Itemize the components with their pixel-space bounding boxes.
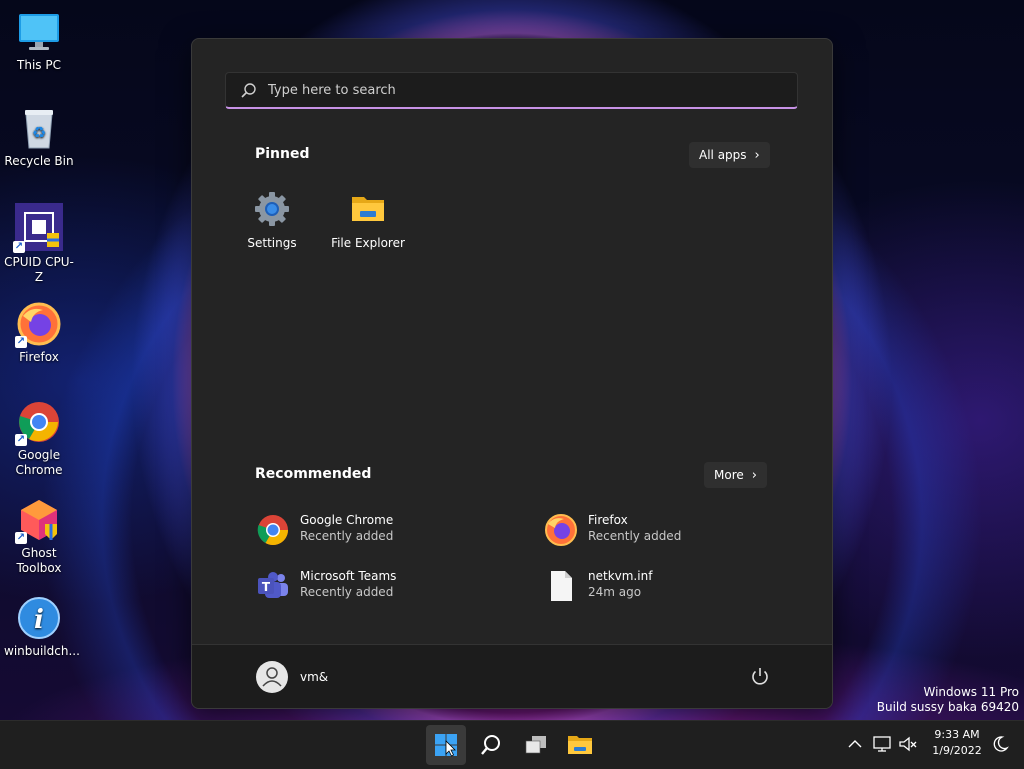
firefox-icon: ↗ <box>15 302 61 348</box>
windows-watermark: Windows 11 Pro Build sussy baka 69420 <box>877 685 1019 715</box>
clock-time: 9:33 AM <box>934 728 980 741</box>
network-icon[interactable] <box>872 734 892 754</box>
desktop-icon-this-pc[interactable]: This PC <box>4 10 74 73</box>
ghost-toolbox-icon: ↗ <box>15 498 61 544</box>
teams-icon: T <box>258 572 288 598</box>
desktop-icon-label: Ghost Toolbox <box>16 546 62 575</box>
recommended-title: Recommended <box>255 466 372 482</box>
desktop-icon-firefox[interactable]: ↗ Firefox <box>4 302 74 365</box>
watermark-build: Build sussy baka 69420 <box>876 700 1019 714</box>
chrome-icon: ↗ <box>15 400 61 446</box>
pinned-app-label: File Explorer <box>331 236 405 250</box>
cpuz-icon: ↗ <box>13 203 63 253</box>
desktop-icon-label: Google Chrome <box>15 448 63 477</box>
file-explorer-taskbar-button[interactable] <box>559 725 599 765</box>
desktop-icon-label: Recycle Bin <box>4 154 74 168</box>
user-avatar[interactable] <box>256 661 288 693</box>
recommended-item-google-chrome[interactable]: Google Chrome Recently added <box>256 511 516 551</box>
recommended-item-firefox[interactable]: Firefox Recently added <box>544 511 804 551</box>
desktop-icon-label: CPUID CPU-Z <box>4 255 74 284</box>
monitor-icon <box>17 10 61 54</box>
task-view-button[interactable] <box>516 725 556 765</box>
desktop-icon-label: winbuildch... <box>4 644 80 658</box>
recommended-item-name: Google Chrome <box>300 513 394 527</box>
more-button[interactable]: More › <box>704 462 767 488</box>
desktop-icon-label: This PC <box>17 58 61 72</box>
desktop-icon-google-chrome[interactable]: ↗ Google Chrome <box>4 400 74 478</box>
shortcut-arrow-icon: ↗ <box>15 336 27 348</box>
start-search-box[interactable]: Type here to search <box>225 72 798 109</box>
desktop-icon-label: Firefox <box>19 350 59 364</box>
desktop-icon-winbuildchecker[interactable]: i winbuildch... <box>4 596 80 659</box>
taskbar <box>0 720 1024 769</box>
recommended-item-name: Microsoft Teams <box>300 569 397 583</box>
user-name[interactable]: vm& <box>300 670 328 684</box>
pinned-app-label: Settings <box>247 236 297 250</box>
info-icon: i <box>17 596 61 640</box>
recommended-item-name: Firefox <box>588 513 628 527</box>
folder-icon <box>568 736 592 754</box>
start-menu: Type here to search Pinned All apps › Set… <box>191 38 833 709</box>
start-menu-footer: vm& <box>192 644 832 708</box>
windows-logo-icon <box>435 734 457 757</box>
desktop-icon-recycle-bin[interactable]: ♻ Recycle Bin <box>4 106 74 169</box>
recommended-item-netkvm-inf[interactable]: netkvm.inf 24m ago <box>544 567 804 607</box>
all-apps-label: All apps <box>699 148 747 162</box>
recommended-item-detail: Recently added <box>300 529 394 543</box>
shortcut-arrow-icon: ↗ <box>15 532 27 544</box>
recycle-bin-icon: ♻ <box>17 106 61 150</box>
recommended-item-microsoft-teams[interactable]: T Microsoft Teams Recently added <box>256 567 516 607</box>
folder-icon <box>352 197 384 221</box>
pinned-title: Pinned <box>255 146 310 162</box>
start-button[interactable] <box>426 725 466 765</box>
task-view-icon <box>525 736 546 754</box>
recommended-item-name: netkvm.inf <box>588 569 653 583</box>
recommended-item-detail: 24m ago <box>588 585 642 599</box>
focus-assist-moon-icon[interactable] <box>990 734 1010 754</box>
volume-muted-icon[interactable] <box>898 734 918 754</box>
taskbar-clock[interactable]: 9:33 AM 1/9/2022 <box>926 727 988 759</box>
recommended-item-detail: Recently added <box>588 529 682 543</box>
more-label: More <box>714 468 744 482</box>
chevron-up-icon[interactable] <box>845 734 865 754</box>
taskbar-search-button[interactable] <box>471 725 511 765</box>
pinned-app-file-explorer[interactable]: File Explorer <box>320 191 416 250</box>
settings-gear-icon <box>255 192 289 226</box>
recommended-item-detail: Recently added <box>300 585 394 599</box>
search-placeholder: Type here to search <box>268 83 396 98</box>
firefox-icon <box>545 514 577 546</box>
pinned-app-settings[interactable]: Settings <box>224 191 320 250</box>
chevron-right-icon: › <box>751 468 757 483</box>
svg-text:T: T <box>262 580 271 594</box>
power-icon[interactable] <box>748 665 772 689</box>
clock-date: 1/9/2022 <box>932 744 982 757</box>
user-icon <box>262 667 282 687</box>
svg-text:i: i <box>34 605 44 635</box>
all-apps-button[interactable]: All apps › <box>689 142 770 168</box>
desktop-icon-cpuid-cpu-z[interactable]: ↗ CPUID CPU-Z <box>4 203 74 285</box>
shortcut-arrow-icon: ↗ <box>15 434 27 446</box>
file-icon <box>551 571 572 601</box>
shortcut-arrow-icon: ↗ <box>13 241 25 253</box>
watermark-edition: Windows 11 Pro <box>923 685 1019 699</box>
chrome-icon <box>257 515 288 546</box>
desktop-icon-ghost-toolbox[interactable]: ↗ Ghost Toolbox <box>4 498 74 576</box>
svg-text:♻: ♻ <box>32 123 46 142</box>
search-icon <box>481 735 500 755</box>
chevron-right-icon: › <box>754 148 760 163</box>
search-icon <box>241 83 256 98</box>
